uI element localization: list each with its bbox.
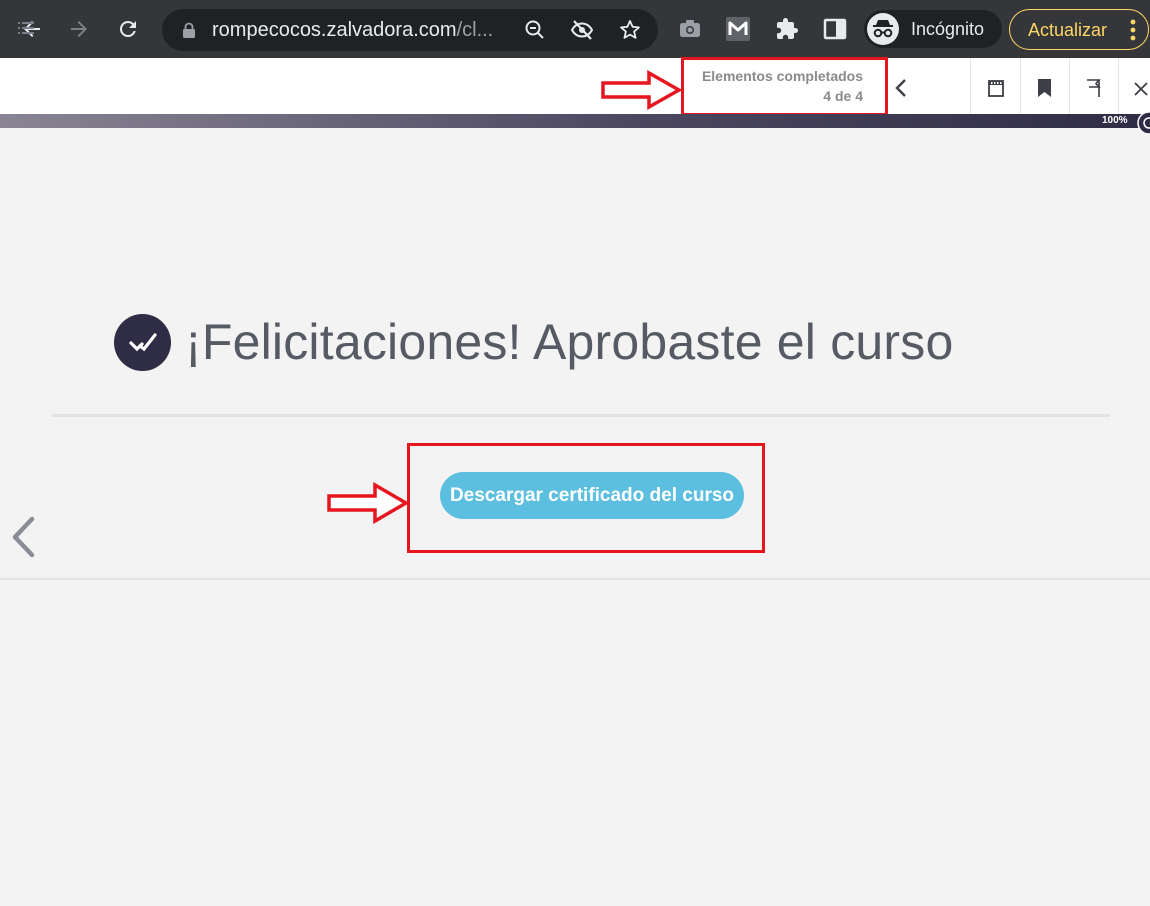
zoom-out-icon[interactable] — [523, 18, 547, 42]
side-panel-icon[interactable] — [823, 17, 847, 41]
toolbar-divider — [970, 58, 971, 114]
puzzle-icon[interactable] — [775, 17, 799, 41]
flag-icon[interactable] — [1086, 79, 1102, 97]
m-extension-icon[interactable] — [726, 17, 750, 41]
headline-text: ¡Felicitaciones! Aprobaste el curso — [185, 314, 954, 370]
content-separator — [52, 414, 1110, 417]
annotation-arrow-top — [601, 70, 682, 110]
forward-button[interactable] — [61, 11, 97, 47]
toolbar-divider — [1069, 58, 1070, 114]
annotation-arrow-button — [327, 482, 410, 524]
close-icon[interactable] — [1134, 82, 1148, 96]
zoom-label: 100% — [1102, 115, 1128, 126]
check-icon — [128, 333, 157, 352]
reload-button[interactable] — [110, 11, 146, 47]
incognito-profile[interactable]: Incógnito — [864, 10, 1002, 48]
kebab-menu-icon — [1130, 19, 1136, 41]
notes-icon[interactable] — [988, 79, 1004, 97]
toolbar-divider — [1020, 58, 1021, 114]
incognito-label: Incógnito — [911, 19, 985, 39]
chevron-left-icon[interactable] — [894, 78, 908, 98]
camera-icon[interactable] — [678, 17, 702, 41]
check-circle — [114, 313, 171, 371]
arrow-right-icon — [71, 21, 87, 37]
completion-headline: ¡Felicitaciones! Aprobaste el curso — [114, 313, 953, 371]
incognito-icon — [873, 20, 893, 38]
star-icon[interactable] — [618, 18, 642, 42]
lock-icon — [183, 22, 195, 38]
accessibility-icon[interactable] — [1136, 110, 1150, 136]
bookmark-icon[interactable] — [1038, 79, 1051, 97]
avatar — [867, 13, 899, 45]
url-text: rompecocos.zalvadora.com/cl... — [212, 19, 494, 41]
content-bottom-border — [0, 578, 1150, 580]
browser-toolbar: rompecocos.zalvadora.com/cl... Incógnito… — [0, 0, 1150, 58]
chevron-left-icon[interactable] — [10, 516, 36, 558]
update-label: Actualizar — [1028, 20, 1108, 40]
reload-icon — [119, 20, 136, 37]
progress-count: 4 de 4 — [823, 88, 863, 104]
list-icon[interactable] — [18, 22, 34, 34]
progress-bar — [0, 114, 1150, 128]
progress-title: Elementos completados — [701, 68, 863, 84]
course-topbar — [0, 58, 1150, 114]
progress-indicator: Elementos completados 4 de 4 — [681, 57, 888, 116]
download-certificate-button[interactable]: Descargar certificado del curso — [440, 472, 744, 519]
update-button[interactable]: Actualizar — [1009, 9, 1149, 50]
toolbar-divider — [1118, 58, 1119, 114]
eye-off-icon[interactable] — [570, 18, 594, 42]
address-bar[interactable]: rompecocos.zalvadora.com/cl... — [162, 9, 658, 51]
